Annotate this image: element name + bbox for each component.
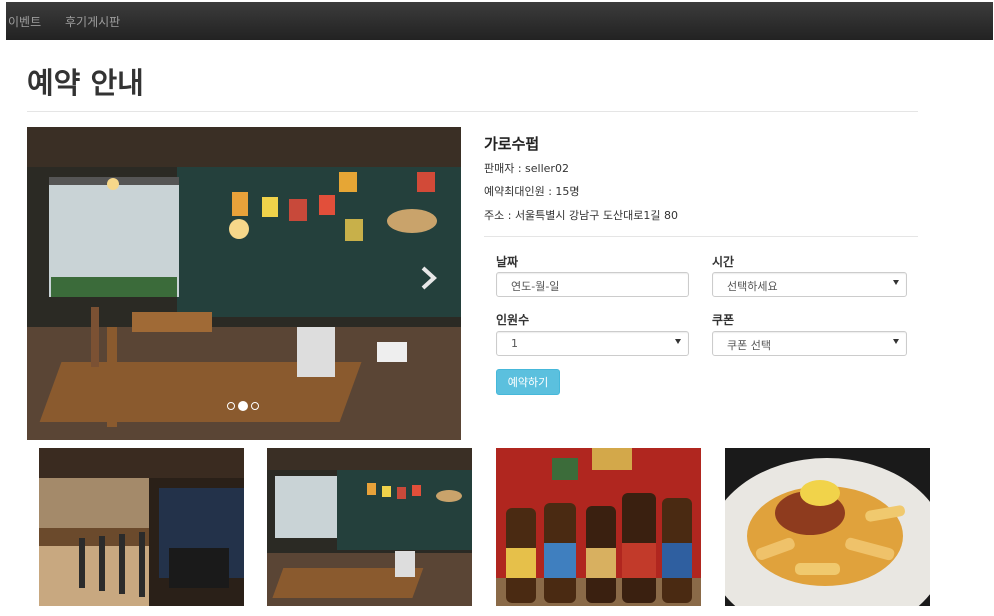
address-text: 주소 : 서울특별시 강남구 도산대로1길 80: [484, 209, 678, 222]
max-people-text: 예약최대인원 : 15명: [484, 185, 580, 198]
photo-carousel[interactable]: [27, 127, 461, 440]
date-input[interactable]: 연도-월-일: [496, 272, 689, 297]
seller-text: 판매자 : seller02: [484, 162, 569, 175]
nav-link-events[interactable]: 이벤트: [8, 13, 41, 30]
coupon-select[interactable]: 쿠폰 선택: [712, 331, 907, 356]
dropdown-caret-icon: [675, 339, 681, 344]
carousel-indicator-dot[interactable]: [227, 402, 235, 410]
people-select[interactable]: 1: [496, 331, 689, 356]
carousel-indicator-dot[interactable]: [251, 402, 259, 410]
info-divider: [484, 236, 918, 237]
dropdown-caret-icon: [893, 339, 899, 344]
people-select-value: 1: [511, 337, 518, 350]
chevron-right-icon[interactable]: [419, 265, 439, 291]
thumbnail-pub-interior[interactable]: [267, 448, 472, 606]
dropdown-caret-icon: [893, 280, 899, 285]
people-label: 인원수: [496, 313, 530, 327]
time-select[interactable]: 선택하세요: [712, 272, 907, 297]
date-label: 날짜: [496, 255, 519, 269]
carousel-slide-pub-interior: [27, 127, 461, 440]
title-divider: [27, 111, 918, 112]
coupon-select-value: 쿠폰 선택: [727, 339, 771, 352]
time-label: 시간: [712, 255, 735, 269]
thumbnail-bar-counter[interactable]: [39, 448, 244, 606]
coupon-label: 쿠폰: [712, 313, 735, 327]
nav-link-reviews[interactable]: 후기게시판: [65, 13, 120, 30]
page-title: 예약 안내: [27, 66, 144, 100]
time-select-value: 선택하세요: [727, 280, 778, 293]
thumbnail-chili-fries[interactable]: [725, 448, 930, 606]
thumbnail-beer-bottles[interactable]: [496, 448, 701, 606]
top-navbar: 이벤트 후기게시판: [6, 2, 993, 40]
carousel-indicator-dot-active[interactable]: [238, 401, 248, 411]
shop-name: 가로수펍: [484, 135, 540, 153]
reserve-button[interactable]: 예약하기: [496, 369, 560, 395]
date-placeholder: 연도-월-일: [511, 280, 560, 293]
